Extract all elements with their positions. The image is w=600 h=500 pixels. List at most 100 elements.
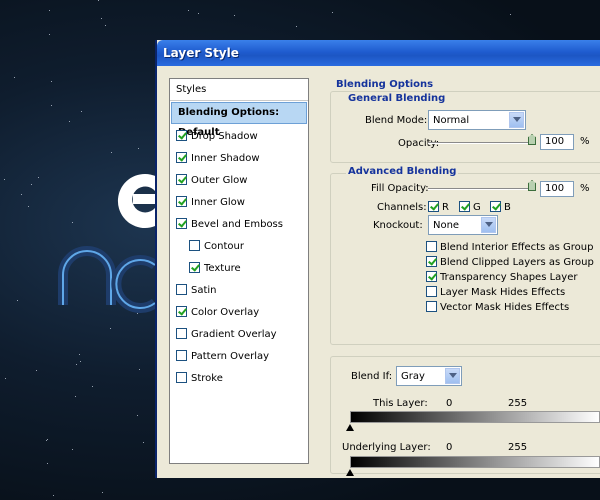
blend-if-select[interactable]: Gray <box>396 366 462 386</box>
star <box>4 179 5 180</box>
star <box>234 15 235 16</box>
star <box>51 105 52 106</box>
style-checkbox[interactable] <box>176 372 187 383</box>
star <box>101 18 102 19</box>
layer-style-dialog: Layer Style Styles Blending Options: Def… <box>155 40 600 478</box>
title-bar[interactable]: Layer Style <box>157 40 600 66</box>
style-item-label: Bevel and Emboss <box>191 219 283 230</box>
checkbox-box[interactable] <box>426 301 437 312</box>
blend-clipped-layers-as-group-checkbox[interactable]: Blend Clipped Layers as Group <box>426 256 594 268</box>
option-label: Blend Interior Effects as Group <box>440 242 594 253</box>
star <box>111 152 112 153</box>
star <box>510 14 511 15</box>
channels-label: Channels: <box>377 202 427 213</box>
style-checkbox[interactable] <box>176 196 187 207</box>
star <box>72 222 73 223</box>
knockout-select[interactable]: None <box>428 215 498 235</box>
style-item-label: Stroke <box>191 373 223 384</box>
star <box>38 177 39 178</box>
underlying-layer-label: Underlying Layer: <box>342 442 431 453</box>
style-checkbox[interactable] <box>176 328 187 339</box>
checkbox-box[interactable] <box>428 201 439 212</box>
star <box>102 492 103 493</box>
styles-header[interactable]: Styles <box>170 79 308 101</box>
style-item-bevel-and-emboss[interactable]: Bevel and Emboss <box>170 214 308 236</box>
this-layer-min: 0 <box>446 398 453 409</box>
checkbox-box[interactable] <box>426 241 437 252</box>
channel-b-checkbox[interactable]: B <box>490 201 511 213</box>
option-label: Blend Clipped Layers as Group <box>440 257 594 268</box>
checkbox-box[interactable] <box>426 271 437 282</box>
style-checkbox[interactable] <box>176 152 187 163</box>
underlying-layer-black-slider[interactable] <box>346 469 354 476</box>
style-item-gradient-overlay[interactable]: Gradient Overlay <box>170 324 308 346</box>
star <box>49 10 50 11</box>
opacity-input[interactable]: 100 <box>540 134 574 150</box>
channel-r-checkbox[interactable]: R <box>428 201 449 213</box>
style-item-outer-glow[interactable]: Outer Glow <box>170 170 308 192</box>
chevron-down-icon[interactable] <box>445 368 460 384</box>
logo-glow-text-icon <box>58 246 159 313</box>
star <box>92 386 93 387</box>
this-layer-black-slider[interactable] <box>346 424 354 431</box>
star <box>296 26 297 27</box>
star <box>5 378 6 379</box>
style-item-blending-options-default[interactable]: Blending Options: Default <box>171 102 307 138</box>
star <box>69 121 70 122</box>
style-item-inner-glow[interactable]: Inner Glow <box>170 192 308 214</box>
star <box>137 415 138 416</box>
style-checkbox[interactable] <box>176 218 187 229</box>
style-item-stroke[interactable]: Stroke <box>170 368 308 390</box>
star <box>21 194 22 195</box>
star <box>14 77 15 78</box>
window-title: Layer Style <box>163 46 239 60</box>
style-item-pattern-overlay[interactable]: Pattern Overlay <box>170 346 308 368</box>
blend-interior-effects-as-group-checkbox[interactable]: Blend Interior Effects as Group <box>426 241 593 253</box>
blend-if-label: Blend If: <box>351 371 393 382</box>
star <box>81 111 82 112</box>
blend-mode-label: Blend Mode: <box>365 115 428 126</box>
layer-mask-hides-effects-checkbox[interactable]: Layer Mask Hides Effects <box>426 286 565 298</box>
knockout-value: None <box>433 220 460 231</box>
star <box>79 354 80 355</box>
fill-opacity-slider-track[interactable] <box>428 188 536 190</box>
style-checkbox[interactable] <box>176 130 187 141</box>
style-checkbox[interactable] <box>176 306 187 317</box>
chevron-down-icon[interactable] <box>481 217 496 233</box>
star <box>188 10 189 11</box>
style-checkbox[interactable] <box>176 284 187 295</box>
chevron-down-icon[interactable] <box>509 112 524 128</box>
style-checkbox[interactable] <box>176 350 187 361</box>
checkbox-box[interactable] <box>459 201 470 212</box>
transparency-shapes-layer-checkbox[interactable]: Transparency Shapes Layer <box>426 271 577 283</box>
knockout-label: Knockout: <box>373 220 423 231</box>
style-item-satin[interactable]: Satin <box>170 280 308 302</box>
style-item-label: Texture <box>204 263 241 274</box>
checkbox-box[interactable] <box>426 256 437 267</box>
blend-if-value: Gray <box>401 371 425 382</box>
style-checkbox[interactable] <box>176 174 187 185</box>
vector-mask-hides-effects-checkbox[interactable]: Vector Mask Hides Effects <box>426 301 569 313</box>
style-checkbox[interactable] <box>189 240 200 251</box>
blend-mode-select[interactable]: Normal <box>428 110 526 130</box>
styles-list: Styles Blending Options: Default Drop Sha… <box>169 78 309 464</box>
fill-opacity-input[interactable]: 100 <box>540 181 574 197</box>
style-item-color-overlay[interactable]: Color Overlay <box>170 302 308 324</box>
blending-options-panel: Blending Options General Blending Blend … <box>325 76 600 476</box>
style-item-label: Gradient Overlay <box>191 329 277 340</box>
channel-g-checkbox[interactable]: G <box>459 201 481 213</box>
style-item-inner-shadow[interactable]: Inner Shadow <box>170 148 308 170</box>
style-item-contour[interactable]: Contour <box>170 236 308 258</box>
style-item-texture[interactable]: Texture <box>170 258 308 280</box>
star <box>139 369 140 370</box>
star <box>53 495 54 496</box>
star <box>198 13 199 14</box>
blend-mode-value: Normal <box>433 115 470 126</box>
star <box>47 463 48 464</box>
style-item-label: Inner Shadow <box>191 153 260 164</box>
style-item-drop-shadow[interactable]: Drop Shadow <box>170 126 308 148</box>
checkbox-box[interactable] <box>426 286 437 297</box>
opacity-slider-track[interactable] <box>428 142 536 144</box>
checkbox-box[interactable] <box>490 201 501 212</box>
style-checkbox[interactable] <box>189 262 200 273</box>
